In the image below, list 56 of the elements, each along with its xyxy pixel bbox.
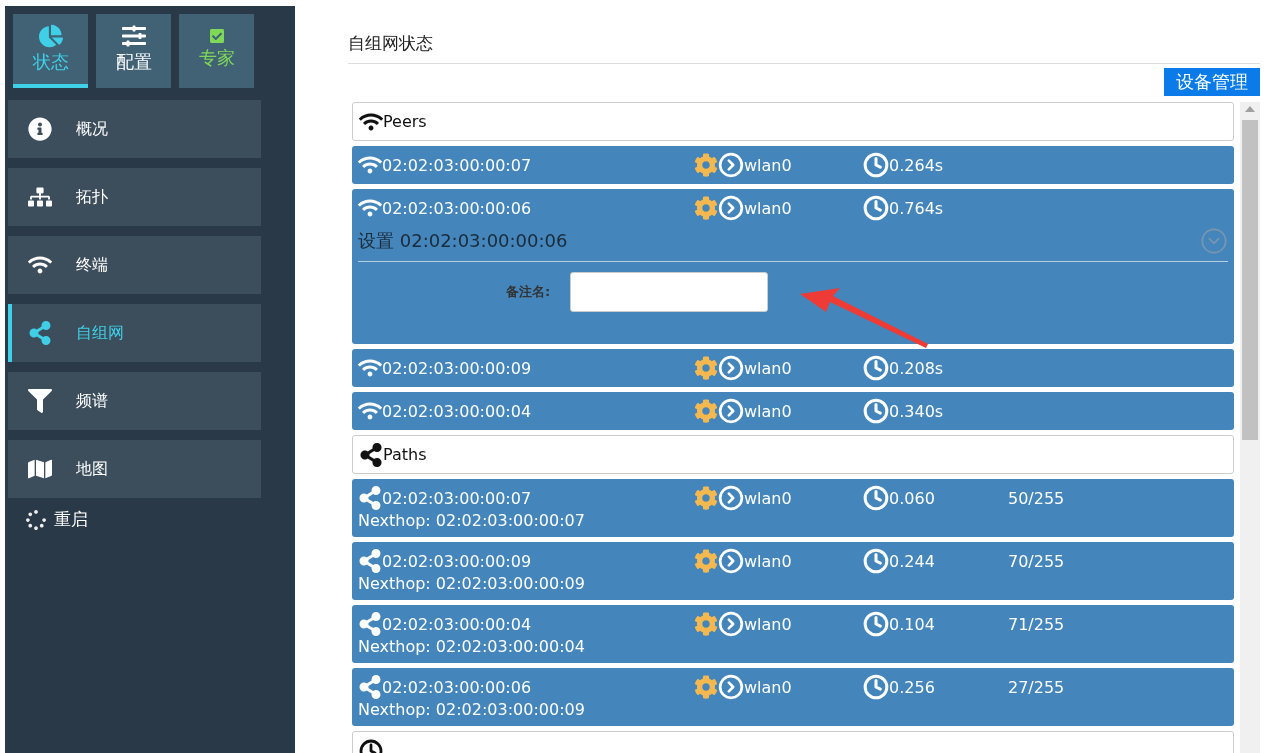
interface-name: wlan0 bbox=[744, 155, 792, 175]
interface-name: wlan0 bbox=[744, 488, 792, 508]
time-value: 0.256 bbox=[889, 677, 935, 697]
time-value: 0.244 bbox=[889, 551, 935, 571]
interface-name: wlan0 bbox=[744, 358, 792, 378]
sidebar-item[interactable]: 终端 bbox=[8, 236, 261, 294]
sidebar-tab[interactable]: 配置 bbox=[96, 14, 171, 88]
section-header[interactable]: Peers bbox=[352, 102, 1234, 141]
settings-title: 设置 02:02:03:00:00:06 bbox=[358, 229, 568, 253]
metric-value: 70/255 bbox=[1008, 551, 1065, 571]
time-value: 0.340s bbox=[889, 401, 944, 421]
mac-address: 02:02:03:00:00:06 bbox=[382, 198, 532, 218]
time-value: 0.208s bbox=[889, 358, 944, 378]
interface-name: wlan0 bbox=[744, 198, 792, 218]
nexthop-text: Nexthop: 02:02:03:00:00:04 bbox=[358, 637, 586, 657]
sidebar-item[interactable]: 地图 bbox=[8, 440, 261, 498]
interface-name: wlan0 bbox=[744, 677, 792, 697]
peer-row[interactable]: 02:02:03:00:00:09 wlan0 0.208s bbox=[352, 349, 1234, 387]
time-value: 0.060 bbox=[889, 488, 935, 508]
interface-name: wlan0 bbox=[744, 614, 792, 634]
time-value: 0.264s bbox=[889, 155, 944, 175]
path-row[interactable]: 02:02:03:00:00:06 wlan0 0.256 27/255 Nexthop: 02:02:03:00:00:09 bbox=[352, 668, 1234, 726]
metric-value: 50/255 bbox=[1008, 488, 1065, 508]
page-title: 自组网状态 bbox=[348, 32, 1260, 64]
section-header[interactable]: Paths bbox=[352, 435, 1234, 474]
path-row[interactable]: 02:02:03:00:00:09 wlan0 0.244 70/255 Nexthop: 02:02:03:00:00:09 bbox=[352, 542, 1234, 600]
time-value: 0.764s bbox=[889, 198, 944, 218]
path-row[interactable]: 02:02:03:00:00:07 wlan0 0.060 50/255 Nexthop: 02:02:03:00:00:07 bbox=[352, 479, 1234, 537]
interface-name: wlan0 bbox=[744, 401, 792, 421]
peer-row[interactable]: 02:02:03:00:00:07 wlan0 0.264s bbox=[352, 146, 1234, 184]
sidebar-item[interactable]: 拓扑 bbox=[8, 168, 261, 226]
path-row[interactable]: 02:02:03:00:00:04 wlan0 0.104 71/255 Nexthop: 02:02:03:00:00:04 bbox=[352, 605, 1234, 663]
reboot-link[interactable]: 重启 bbox=[8, 508, 295, 531]
field-label: 备注名: bbox=[506, 283, 551, 301]
mac-address: 02:02:03:00:00:09 bbox=[382, 358, 532, 378]
device-management-button[interactable]: 设备管理 bbox=[1164, 68, 1260, 96]
nexthop-text: Nexthop: 02:02:03:00:00:07 bbox=[358, 511, 586, 531]
peer-row[interactable]: 02:02:03:00:00:04 wlan0 0.340s bbox=[352, 392, 1234, 430]
nexthop-text: Nexthop: 02:02:03:00:00:09 bbox=[358, 700, 586, 720]
peer-row[interactable]: 02:02:03:00:00:06 wlan0 0.764s 设置 02:02:03:00:00:06 备注名: bbox=[352, 189, 1234, 344]
sidebar-item[interactable]: 概况 bbox=[8, 100, 261, 158]
metric-value: 27/255 bbox=[1008, 677, 1065, 697]
sidebar-item[interactable]: 频谱 bbox=[8, 372, 261, 430]
mac-address: 02:02:03:00:00:07 bbox=[382, 155, 532, 175]
sidebar-item[interactable]: 自组网 bbox=[8, 304, 261, 362]
mac-address: 02:02:03:00:00:04 bbox=[382, 401, 532, 421]
sidebar-tab[interactable]: 状态 bbox=[13, 14, 88, 88]
interface-name: wlan0 bbox=[744, 551, 792, 571]
nexthop-text: Nexthop: 02:02:03:00:00:09 bbox=[358, 574, 586, 594]
mac-address: 02:02:03:00:00:07 bbox=[382, 488, 532, 508]
mac-address: 02:02:03:00:00:06 bbox=[382, 677, 532, 697]
sidebar-tab[interactable]: 专家 bbox=[179, 14, 254, 88]
mac-address: 02:02:03:00:00:09 bbox=[382, 551, 532, 571]
time-value: 0.104 bbox=[889, 614, 935, 634]
mac-address: 02:02:03:00:00:04 bbox=[382, 614, 532, 634]
metric-value: 71/255 bbox=[1008, 614, 1065, 634]
